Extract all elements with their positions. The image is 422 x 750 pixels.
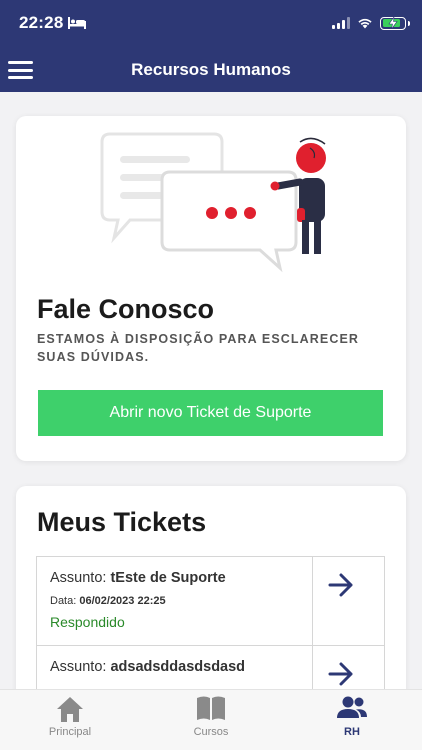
ticket-subject: Assunto: tEste de Suporte — [50, 570, 226, 586]
tab-rh[interactable]: RH — [282, 690, 422, 750]
ticket-subject: Assunto: adsadsddasdsdasd — [50, 659, 246, 675]
ticket-date: Data: 06/02/2023 22:25 — [50, 595, 166, 607]
contact-subtitle: ESTAMOS À DISPOSIÇÃO PARA ESCLARECER SUA… — [37, 332, 360, 364]
book-icon — [197, 696, 225, 720]
arrow-right-icon — [328, 662, 353, 686]
bed-icon — [68, 17, 86, 29]
contact-card: Fale Conosco ESTAMOS À DISPOSIÇÃO PARA E… — [16, 116, 406, 461]
ticket-date-value: 06/02/2023 22:25 — [79, 595, 166, 607]
cellular-signal-icon — [332, 17, 350, 29]
battery-icon — [380, 16, 410, 30]
top-app-bar: 22:28 Recursos Humanos — [0, 0, 422, 92]
open-ticket-button[interactable]: Abrir novo Ticket de Suporte — [38, 390, 383, 436]
people-icon — [337, 696, 367, 718]
tab-label: RH — [344, 726, 360, 738]
tickets-title: Meus Tickets — [37, 507, 207, 537]
navigation-bar: Recursos Humanos — [0, 46, 422, 92]
wifi-icon — [358, 18, 372, 29]
contact-title: Fale Conosco — [37, 294, 215, 324]
home-icon — [57, 697, 83, 722]
tab-cursos[interactable]: Cursos — [141, 690, 281, 750]
tab-label: Principal — [48, 726, 92, 738]
ticket-row[interactable]: Assunto: tEste de Suporte Data: 06/02/20… — [36, 556, 385, 646]
ticket-subject-value: tEste de Suporte — [110, 570, 226, 586]
status-time: 22:28 — [19, 13, 64, 32]
tab-label: Cursos — [193, 726, 229, 738]
ticket-details: Assunto: tEste de Suporte Data: 06/02/20… — [37, 557, 313, 645]
support-chat-illustration — [100, 132, 326, 273]
status-indicators — [332, 15, 410, 31]
tab-principal[interactable]: Principal — [0, 690, 140, 750]
page-title: Recursos Humanos — [131, 60, 291, 79]
ticket-open-button[interactable] — [312, 557, 384, 645]
ticket-status: Respondido — [50, 614, 125, 630]
status-bar: 22:28 — [0, 0, 422, 46]
arrow-right-icon — [328, 573, 353, 597]
ticket-subject-value: adsadsddasdsdasd — [110, 659, 246, 675]
bottom-tab-bar: Principal Cursos RH — [0, 689, 422, 750]
